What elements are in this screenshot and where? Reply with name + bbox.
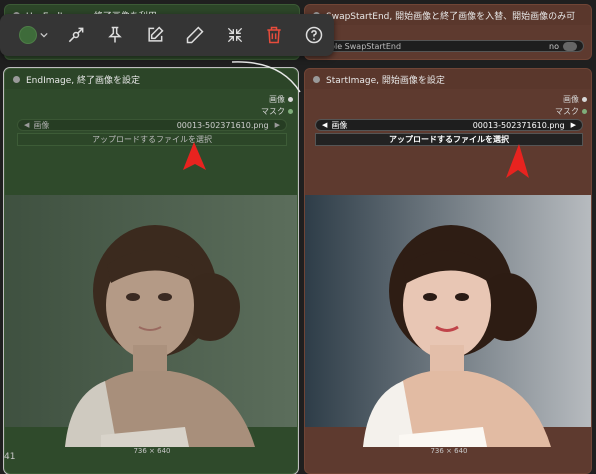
image-size-label: 736 × 640 xyxy=(133,447,171,455)
combo-label: 画像 xyxy=(331,120,348,130)
output-mask-slot[interactable]: マスク xyxy=(305,105,591,117)
combo-left-arrow-icon[interactable]: ◀ xyxy=(24,121,29,129)
portrait-image xyxy=(305,195,591,447)
red-arrow-icon xyxy=(506,144,529,178)
combo-value: 00013-502371610.png xyxy=(176,120,269,130)
end-image-node[interactable]: EndImage, 終了画像を設定 画像 マスク ◀ 画像 00013-5023… xyxy=(4,68,298,474)
collapse-button[interactable] xyxy=(215,19,255,51)
swap-start-end-toggle[interactable]: able SwapStartEnd no xyxy=(318,40,584,52)
pin-button[interactable] xyxy=(95,19,135,51)
output-image-label: 画像 xyxy=(563,94,579,104)
output-image-slot[interactable]: 画像 xyxy=(305,93,591,105)
combo-right-arrow-icon[interactable]: ▶ xyxy=(275,121,280,129)
node-title: SwapStartEnd, 開始画像と終了画像を入替、開始画像のみ可 xyxy=(305,5,591,25)
node-title: StartImage, 開始画像を設定 xyxy=(305,69,591,89)
output-image-dot-icon[interactable] xyxy=(582,96,587,102)
node-title-text: SwapStartEnd, 開始画像と終了画像を入替、開始画像のみ可 xyxy=(326,11,576,22)
image-size-label: 736 × 640 xyxy=(430,447,468,455)
combo-label: 画像 xyxy=(33,120,50,130)
toggle-value: no xyxy=(549,41,559,51)
output-mask-label: マスク xyxy=(555,106,579,116)
combo-left-arrow-icon[interactable]: ◀ xyxy=(322,121,327,129)
pencil-icon xyxy=(186,26,204,44)
edit-button[interactable] xyxy=(135,19,175,51)
image-combo[interactable]: ◀ 画像 00013-502371610.png ▶ xyxy=(315,119,583,131)
pencil-button[interactable] xyxy=(175,19,215,51)
image-combo[interactable]: ◀ 画像 00013-502371610.png ▶ xyxy=(17,119,287,131)
edge-label: 41 xyxy=(4,452,16,462)
output-mask-label: マスク xyxy=(261,106,285,116)
start-image-node[interactable]: StartImage, 開始画像を設定 画像 マスク ◀ 画像 00013-50… xyxy=(304,68,592,474)
delete-button[interactable] xyxy=(254,19,294,51)
help-icon xyxy=(305,26,323,44)
toggle-label: able SwapStartEnd xyxy=(325,41,402,51)
color-swatch-icon xyxy=(19,26,38,44)
image-preview xyxy=(5,195,297,447)
collapse-dot-icon[interactable] xyxy=(13,75,20,83)
portrait-image xyxy=(5,195,297,447)
red-arrow-icon xyxy=(183,142,206,170)
collapse-icon xyxy=(227,27,242,43)
output-mask-slot[interactable]: マスク xyxy=(5,105,297,117)
combo-right-arrow-icon[interactable]: ▶ xyxy=(571,121,576,129)
collapse-dot-icon[interactable] xyxy=(313,75,320,83)
bypass-icon xyxy=(68,27,84,43)
delete-icon xyxy=(267,26,282,44)
chevron-down-icon xyxy=(40,32,48,38)
bypass-button[interactable] xyxy=(56,19,96,51)
upload-button[interactable]: アップロードするファイルを選択 xyxy=(315,133,583,146)
toggle-knob[interactable] xyxy=(563,41,577,51)
edit-icon xyxy=(148,26,164,42)
image-preview xyxy=(305,195,591,447)
combo-value: 00013-502371610.png xyxy=(472,120,565,130)
color-picker-button[interactable] xyxy=(12,19,56,51)
output-mask-dot-icon[interactable] xyxy=(582,108,587,114)
pin-icon xyxy=(108,26,123,43)
upload-button[interactable]: アップロードするファイルを選択 xyxy=(17,133,287,146)
node-toolbar xyxy=(0,14,334,56)
help-button[interactable] xyxy=(294,19,334,51)
connection-wire[interactable] xyxy=(230,60,310,100)
output-mask-dot-icon[interactable] xyxy=(288,108,293,114)
node-title-text: StartImage, 開始画像を設定 xyxy=(326,75,445,86)
node-title-text: EndImage, 終了画像を設定 xyxy=(26,75,141,86)
